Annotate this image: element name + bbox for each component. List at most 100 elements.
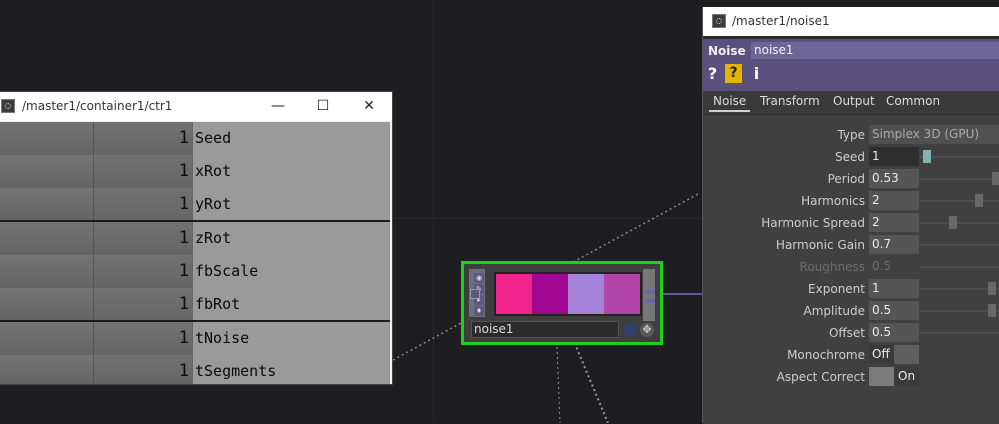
param-offset: Offset 0.5: [703, 322, 999, 344]
ctr-value-cell[interactable]: 1: [94, 222, 192, 255]
minimize-button[interactable]: —: [256, 94, 300, 118]
preview-swatch: [604, 274, 640, 314]
maximize-button[interactable]: ☐: [301, 94, 345, 118]
ctr-value: 1: [178, 194, 189, 214]
ctr-label: fbRot: [195, 295, 241, 313]
ctr-window-titlebar[interactable]: /master1/container1/ctr1 — ☐ ✕: [0, 92, 392, 121]
close-button[interactable]: ✕: [347, 94, 391, 118]
node-output-port[interactable]: [646, 299, 655, 303]
seed-field[interactable]: 1: [869, 147, 919, 166]
preview-swatch: [568, 274, 604, 314]
node-bypass-icon[interactable]: ◉: [474, 273, 484, 283]
ctr-slider-cell[interactable]: [0, 222, 94, 255]
ctr-value: 1: [178, 328, 189, 348]
ctr-panel-body: 1 Seed 1 xRot 1 yRot 1 zRot 1 fbScale 1 …: [0, 122, 390, 384]
type-menu[interactable]: Simplex 3D (GPU): [869, 125, 999, 144]
noise-node[interactable]: ◉ ✎ ▸ ♦ noise1 ✥: [461, 261, 663, 345]
param-period: Period 0.53: [703, 168, 999, 190]
node-input-port[interactable]: [470, 289, 480, 299]
offset-field[interactable]: 0.5: [869, 323, 919, 342]
harmonic-spread-slider[interactable]: [920, 222, 999, 224]
aspect-correct-toggle[interactable]: On: [869, 367, 919, 386]
node-output-port[interactable]: [646, 290, 655, 294]
ctr-slider-cell[interactable]: [0, 188, 94, 221]
param-type: Type Simplex 3D (GPU): [703, 124, 999, 146]
harmonic-spread-field[interactable]: 2: [869, 213, 919, 232]
roughness-field: 0.5: [872, 259, 892, 273]
harmonic-spread-slider-handle[interactable]: [949, 216, 957, 229]
harmonic-gain-slider[interactable]: [920, 244, 999, 246]
amplitude-field[interactable]: 0.5: [869, 301, 919, 320]
roughness-slider: [920, 266, 999, 268]
ctr-empty-cell: [293, 188, 390, 221]
ctr-label: zRot: [195, 229, 232, 247]
touchdesigner-app-icon: [1, 99, 15, 113]
parameter-window[interactable]: /master1/noise1 Noise noise1 ? ? i Noise…: [703, 7, 999, 424]
operator-name-field[interactable]: noise1: [751, 42, 999, 59]
ctr-row[interactable]: 1 zRot: [0, 222, 390, 256]
info-icon[interactable]: i: [748, 64, 765, 83]
period-field[interactable]: 0.53: [869, 169, 919, 188]
ctr-value-cell[interactable]: 1: [94, 355, 192, 384]
ctr-slider-cell[interactable]: [0, 255, 94, 288]
operator-header: Noise noise1 ? ? i: [703, 39, 999, 91]
ctr-label-cell: fbRot: [192, 288, 294, 321]
node-viewer-active-icon[interactable]: [623, 323, 637, 337]
seed-slider[interactable]: [920, 156, 999, 158]
ctr-slider-cell[interactable]: [0, 322, 94, 355]
aspect-correct-value: On: [898, 369, 916, 383]
tab-noise[interactable]: Noise: [708, 94, 751, 112]
harmonics-slider[interactable]: [920, 200, 999, 202]
ctr-value: 1: [178, 294, 189, 314]
ctr-panel-window[interactable]: /master1/container1/ctr1 — ☐ ✕ 1 Seed 1 …: [0, 92, 392, 384]
param-label: Exponent: [808, 282, 865, 296]
noise-preview-viewer[interactable]: [494, 272, 642, 316]
ctr-slider-cell[interactable]: [0, 288, 94, 321]
ctr-slider-cell[interactable]: [0, 355, 94, 384]
offset-slider[interactable]: [920, 332, 999, 334]
ctr-row[interactable]: 1 yRot: [0, 188, 390, 222]
harmonic-gain-field[interactable]: 0.7: [869, 235, 919, 254]
param-seed: Seed 1: [703, 146, 999, 168]
ctr-slider-cell[interactable]: [0, 122, 94, 155]
ctr-row[interactable]: 1 fbRot: [0, 288, 390, 322]
ctr-label-cell: fbScale: [192, 255, 294, 288]
ctr-value-cell[interactable]: 1: [94, 188, 192, 221]
ctr-value-cell[interactable]: 1: [94, 322, 192, 355]
ctr-label: xRot: [195, 162, 232, 180]
seed-slider-handle[interactable]: [923, 150, 931, 163]
param-window-titlebar[interactable]: /master1/noise1: [703, 7, 999, 36]
ctr-label-cell: tNoise: [192, 322, 294, 355]
node-move-icon[interactable]: ✥: [640, 323, 654, 337]
amplitude-slider-handle[interactable]: [988, 304, 996, 317]
ctr-slider-cell[interactable]: [0, 155, 94, 188]
ctr-window-title: /master1/container1/ctr1: [22, 99, 173, 113]
monochrome-toggle[interactable]: Off: [869, 345, 919, 364]
ctr-value-cell[interactable]: 1: [94, 255, 192, 288]
ctr-row[interactable]: 1 Seed: [0, 122, 390, 156]
period-slider-handle[interactable]: [992, 172, 999, 185]
tab-common[interactable]: Common: [886, 94, 940, 108]
ctr-empty-cell: [293, 288, 390, 321]
exponent-field[interactable]: 1: [869, 279, 919, 298]
ctr-value-cell[interactable]: 1: [94, 288, 192, 321]
tab-transform[interactable]: Transform: [760, 94, 820, 108]
harmonics-slider-handle[interactable]: [975, 194, 983, 207]
ctr-row[interactable]: 1 xRot: [0, 155, 390, 189]
ctr-label-cell: xRot: [192, 155, 294, 188]
python-help-icon[interactable]: ?: [725, 64, 742, 83]
tab-output[interactable]: Output: [833, 94, 875, 108]
ctr-value-cell[interactable]: 1: [94, 122, 192, 155]
ctr-row[interactable]: 1 tNoise: [0, 322, 390, 356]
harmonics-field[interactable]: 2: [869, 191, 919, 210]
ctr-row[interactable]: 1 tSegments: [0, 355, 390, 384]
exponent-slider-handle[interactable]: [988, 282, 996, 295]
help-icon[interactable]: ?: [704, 64, 721, 83]
param-aspect-correct: Aspect Correct On: [703, 366, 999, 388]
period-slider[interactable]: [920, 178, 999, 180]
node-name-label[interactable]: noise1: [471, 321, 619, 338]
param-exponent: Exponent 1: [703, 278, 999, 300]
ctr-row[interactable]: 1 fbScale: [0, 255, 390, 289]
node-render-icon[interactable]: ♦: [474, 306, 484, 316]
ctr-value-cell[interactable]: 1: [94, 155, 192, 188]
